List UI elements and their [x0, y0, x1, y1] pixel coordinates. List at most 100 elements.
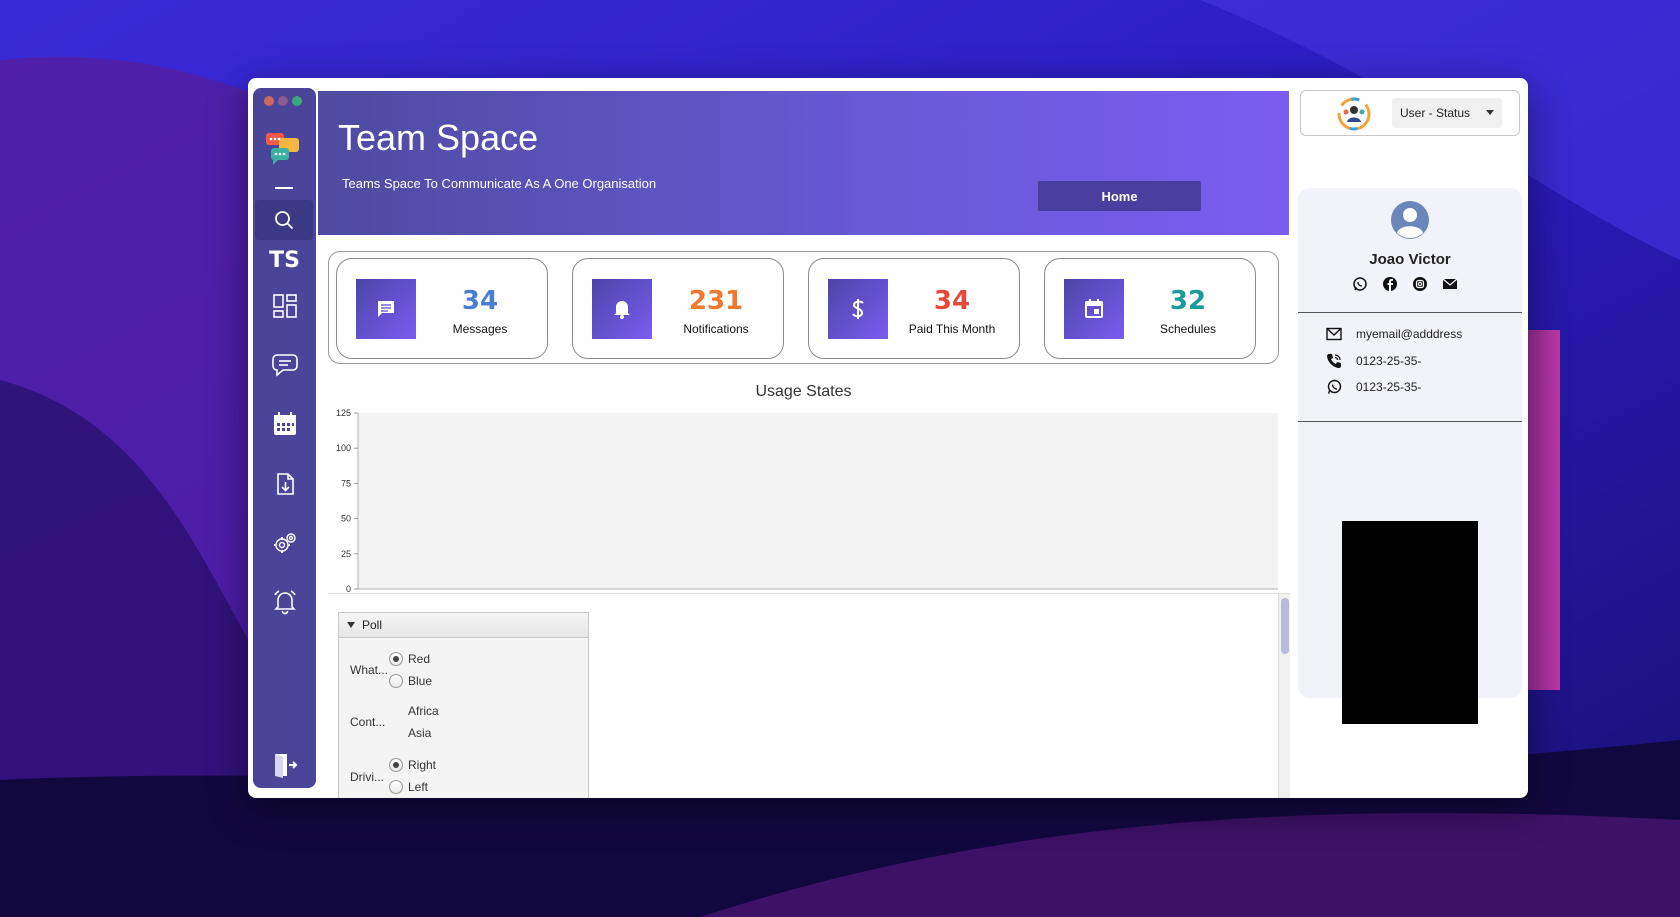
stat-card-messages[interactable]: 34 Messages	[336, 258, 548, 359]
stat-label: Paid This Month	[908, 322, 996, 336]
sidebar-item-dashboard[interactable]	[271, 292, 299, 320]
phone-row: 0123-25-35-	[1326, 353, 1421, 369]
file-download-icon	[277, 473, 294, 495]
whatsapp-row: 0123-25-35-	[1326, 379, 1421, 395]
option-label: Africa	[408, 704, 439, 718]
y-tick-label: 0	[346, 584, 351, 593]
radio-button[interactable]	[389, 674, 403, 688]
message-icon	[356, 279, 416, 339]
app-logo-icon	[266, 133, 299, 165]
poll-option[interactable]: Left	[389, 780, 428, 794]
email-value: myemail@adddress	[1356, 327, 1463, 341]
poll-question: Drivi...	[350, 770, 384, 784]
chart-plot-area	[358, 413, 1278, 589]
hero-banner: Team Space Teams Space To Communicate As…	[318, 91, 1289, 235]
poll-question: What...	[350, 663, 389, 677]
social-links	[1352, 276, 1458, 292]
sidebar-divider	[275, 187, 293, 189]
y-tick-label: 75	[341, 478, 351, 488]
user-status-bar: User - Status	[1300, 90, 1520, 136]
poll-option[interactable]: Right	[389, 758, 436, 772]
mail-icon[interactable]	[1442, 276, 1458, 292]
sidebar-item-download[interactable]	[271, 470, 299, 498]
radio-button[interactable]	[389, 780, 403, 794]
sidebar-item-search[interactable]	[255, 200, 313, 240]
calendar-icon	[1064, 279, 1124, 339]
option-label: Asia	[408, 726, 432, 740]
phone-icon	[1327, 354, 1341, 368]
phone-value: 0123-25-35-	[1356, 354, 1422, 368]
maximize-window-button[interactable]	[292, 96, 302, 106]
poll-option[interactable]: Africa	[408, 704, 439, 718]
radio-button[interactable]	[389, 758, 403, 772]
page-subtitle: Teams Space To Communicate As A One Orga…	[342, 176, 657, 191]
stat-card-paid[interactable]: 34 Paid This Month	[808, 258, 1020, 359]
page-title: Team Space	[338, 117, 539, 158]
search-icon	[275, 211, 293, 229]
stats-panel: 34 Messages 231 Notifications 34 Paid Th…	[328, 251, 1279, 364]
sidebar-item-settings[interactable]	[271, 530, 299, 558]
stat-card-notifications[interactable]: 231 Notifications	[572, 258, 784, 359]
sidebar-item-logout[interactable]	[271, 751, 299, 779]
sidebar-item-calendar[interactable]	[271, 410, 299, 438]
stat-card-schedules[interactable]: 32 Schedules	[1044, 258, 1256, 359]
poll-header[interactable]: Poll	[339, 613, 588, 638]
profile-card: Joao Victor myemail@adddress 0123-25-35-…	[1298, 188, 1522, 724]
media-placeholder	[1342, 521, 1478, 724]
poll-question: Cont...	[350, 715, 386, 729]
stat-label: Schedules	[1159, 322, 1217, 336]
window-controls	[264, 96, 302, 106]
gears-icon	[274, 533, 296, 553]
avatar	[1391, 201, 1429, 239]
minimize-window-button[interactable]	[278, 96, 288, 106]
poll-option[interactable]: Asia	[408, 726, 431, 740]
poll-option[interactable]: Red	[389, 652, 430, 666]
user-status-select[interactable]: User - Status	[1392, 98, 1502, 128]
stat-value: 34	[461, 286, 499, 316]
usage-chart: 0 25 50 75 100 125	[336, 408, 1278, 593]
collapse-arrow-icon	[347, 622, 355, 628]
envelope-icon	[1326, 327, 1342, 341]
chart-title: Usage States	[755, 383, 852, 400]
stat-label: Messages	[452, 322, 508, 336]
sidebar: TS	[253, 88, 316, 788]
scroll-thumb[interactable]	[1281, 598, 1289, 654]
option-label: Blue	[408, 674, 433, 688]
chevron-down-icon	[1486, 110, 1494, 115]
logout-icon	[275, 754, 298, 778]
divider	[1298, 421, 1522, 422]
profile-name: Joao Victor	[1369, 251, 1451, 268]
poll-title: Poll	[362, 618, 383, 632]
chat-bubbles-icon	[272, 354, 298, 377]
app-window: TS Team Space Teams Space To Communicate…	[248, 78, 1528, 798]
email-row: myemail@adddress	[1326, 327, 1462, 341]
instagram-icon[interactable]	[1412, 276, 1428, 292]
poll-option[interactable]: Blue	[389, 674, 432, 688]
home-button[interactable]: Home	[1038, 181, 1201, 211]
content-scroll-area: Poll What... Red Blue Cont... Africa Asi…	[328, 593, 1290, 798]
option-label: Red	[408, 652, 431, 666]
sidebar-item-alerts[interactable]	[271, 588, 299, 616]
team-avatar-icon	[1337, 97, 1371, 131]
stat-value: 34	[933, 286, 971, 316]
bell-icon	[592, 279, 652, 339]
status-selected-label: User - Status	[1400, 106, 1471, 120]
brand-initials: TS	[269, 248, 300, 273]
dollar-icon	[828, 279, 888, 339]
dashboard-icon	[273, 294, 297, 318]
option-label: Right	[408, 758, 437, 772]
whatsapp-icon[interactable]	[1352, 276, 1368, 292]
y-tick-label: 50	[341, 514, 351, 524]
facebook-icon[interactable]	[1382, 276, 1398, 292]
stat-label: Notifications	[683, 322, 749, 336]
bell-icon	[274, 590, 296, 615]
calendar-icon	[274, 412, 296, 435]
option-label: Left	[408, 780, 429, 794]
radio-button[interactable]	[389, 652, 403, 666]
y-tick-label: 25	[341, 549, 351, 559]
sidebar-item-chat[interactable]	[271, 350, 299, 378]
close-window-button[interactable]	[264, 96, 274, 106]
y-tick-label: 100	[336, 443, 351, 453]
whatsapp-icon	[1327, 379, 1342, 394]
vertical-scrollbar[interactable]	[1278, 594, 1290, 798]
